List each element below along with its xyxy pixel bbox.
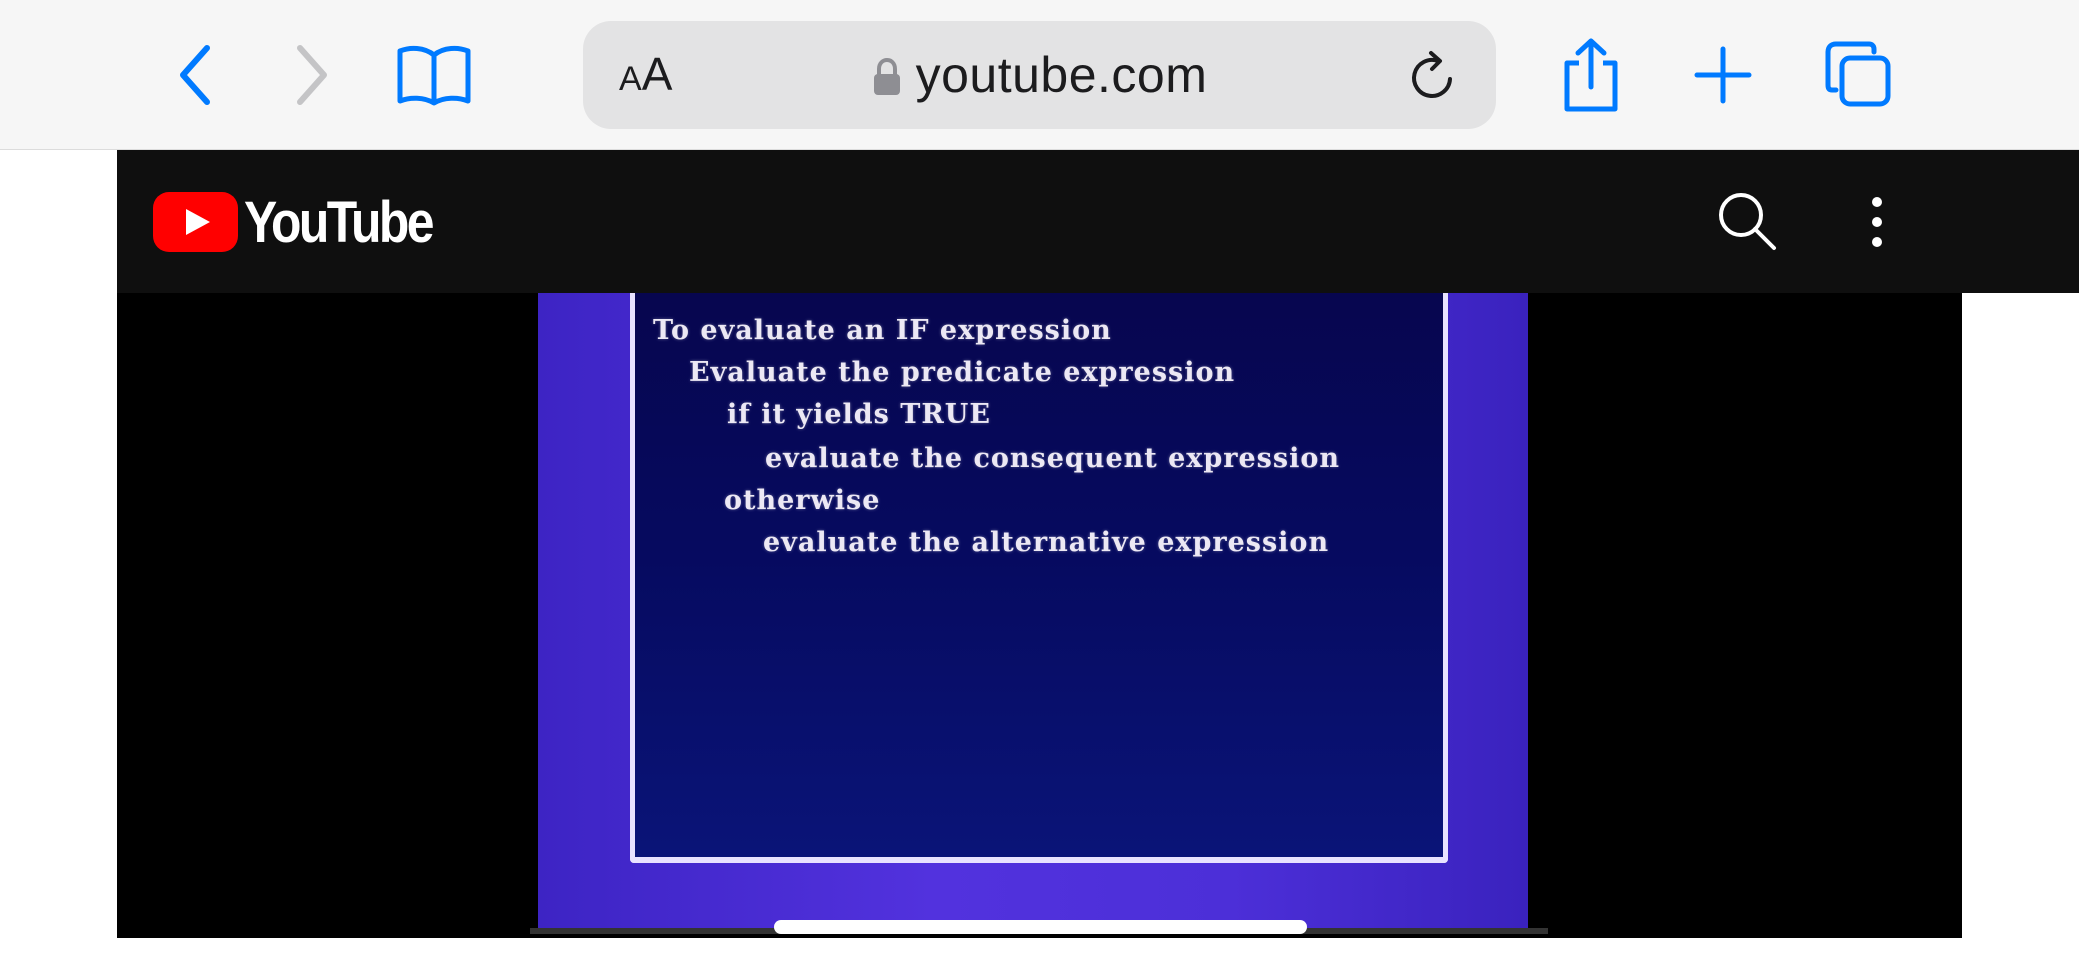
plus-icon — [1694, 46, 1752, 104]
youtube-logo-text: YouTube — [244, 189, 434, 255]
search-icon[interactable] — [1714, 188, 1780, 254]
share-icon — [1564, 38, 1618, 112]
video-frame: To evaluate an IF expression Evaluate th… — [538, 293, 1528, 930]
address-bar[interactable]: AA youtube.com — [583, 21, 1496, 129]
book-icon — [397, 45, 471, 106]
youtube-header: YouTube — [117, 150, 2079, 293]
tabs-icon — [1825, 41, 1891, 107]
slide-line: otherwise — [724, 485, 881, 516]
youtube-logo[interactable]: YouTube — [153, 190, 462, 255]
share-button[interactable] — [1551, 35, 1631, 115]
slide-line: Evaluate the predicate expression — [689, 357, 1236, 388]
browser-toolbar: AA youtube.com — [0, 0, 2079, 150]
chevron-right-icon — [297, 45, 327, 105]
back-button[interactable] — [156, 35, 236, 115]
slide-line: if it yields TRUE — [727, 399, 991, 430]
slide-line: evaluate the alternative expression — [763, 527, 1330, 558]
slide-line: To evaluate an IF expression — [653, 315, 1112, 346]
youtube-play-icon — [153, 192, 238, 252]
chevron-left-icon — [180, 45, 210, 105]
reload-icon[interactable] — [1404, 49, 1460, 105]
slide-line: evaluate the consequent expression — [765, 443, 1340, 474]
more-vertical-icon[interactable] — [1857, 194, 1897, 250]
lock-icon — [873, 57, 900, 95]
tabs-overview-button[interactable] — [1819, 35, 1899, 115]
lecture-slide: To evaluate an IF expression Evaluate th… — [630, 293, 1448, 863]
forward-button[interactable] — [271, 35, 351, 115]
home-indicator[interactable] — [774, 920, 1307, 934]
bookmarks-button[interactable] — [394, 35, 474, 115]
new-tab-button[interactable] — [1683, 35, 1763, 115]
video-player[interactable]: To evaluate an IF expression Evaluate th… — [117, 293, 1962, 938]
url-text: youtube.com — [915, 47, 1208, 103]
